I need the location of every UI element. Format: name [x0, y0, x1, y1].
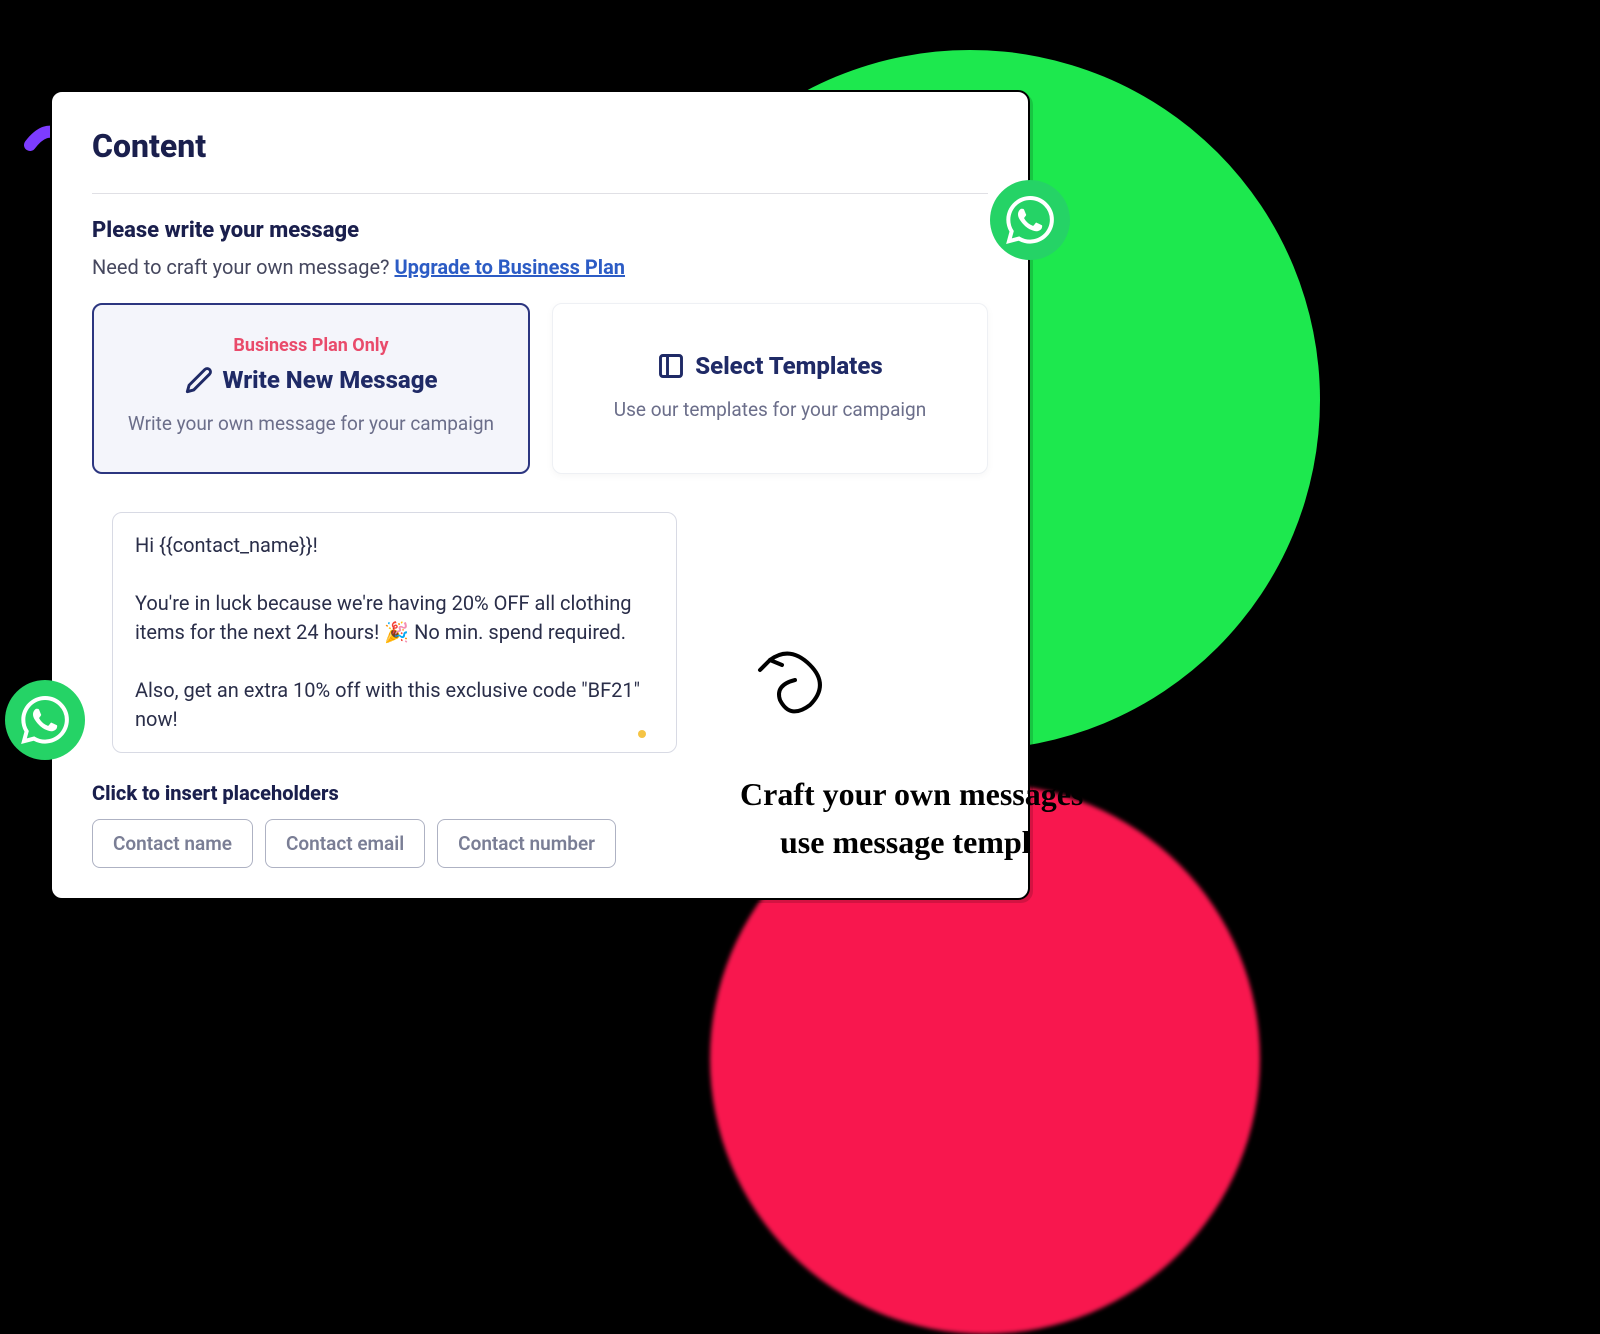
content-card: Content Please write your message Need t… — [50, 90, 1030, 900]
write-new-desc: Write your own message for your campaign — [118, 410, 504, 438]
upgrade-prompt: Need to craft your own message? Upgrade … — [92, 255, 988, 279]
upgrade-link[interactable]: Upgrade to Business Plan — [394, 255, 625, 279]
write-new-message-option[interactable]: Business Plan Only Write New Message Wri… — [92, 303, 530, 474]
option-cards-row: Business Plan Only Write New Message Wri… — [92, 303, 988, 474]
write-new-title: Write New Message — [223, 366, 438, 394]
divider — [92, 193, 988, 194]
placeholder-contact-number-button[interactable]: Contact number — [437, 819, 616, 868]
whatsapp-icon — [990, 180, 1070, 260]
placeholders-label: Click to insert placeholders — [92, 781, 988, 805]
placeholder-contact-name-button[interactable]: Contact name — [92, 819, 253, 868]
select-templates-option[interactable]: Select Templates Use our templates for y… — [552, 303, 988, 474]
message-textarea[interactable]: Hi {{contact_name}}! You're in luck beca… — [112, 512, 677, 753]
pencil-icon — [185, 366, 213, 394]
page-title: Content — [92, 127, 988, 165]
templates-title: Select Templates — [695, 352, 882, 380]
template-icon — [657, 352, 685, 380]
upgrade-prompt-text: Need to craft your own message? — [92, 255, 394, 279]
placeholder-buttons-row: Contact name Contact email Contact numbe… — [92, 819, 988, 868]
whatsapp-icon — [5, 680, 85, 760]
business-plan-badge: Business Plan Only — [118, 335, 504, 356]
placeholder-contact-email-button[interactable]: Contact email — [265, 819, 425, 868]
templates-desc: Use our templates for your campaign — [577, 396, 963, 424]
section-subtitle: Please write your message — [92, 218, 988, 243]
